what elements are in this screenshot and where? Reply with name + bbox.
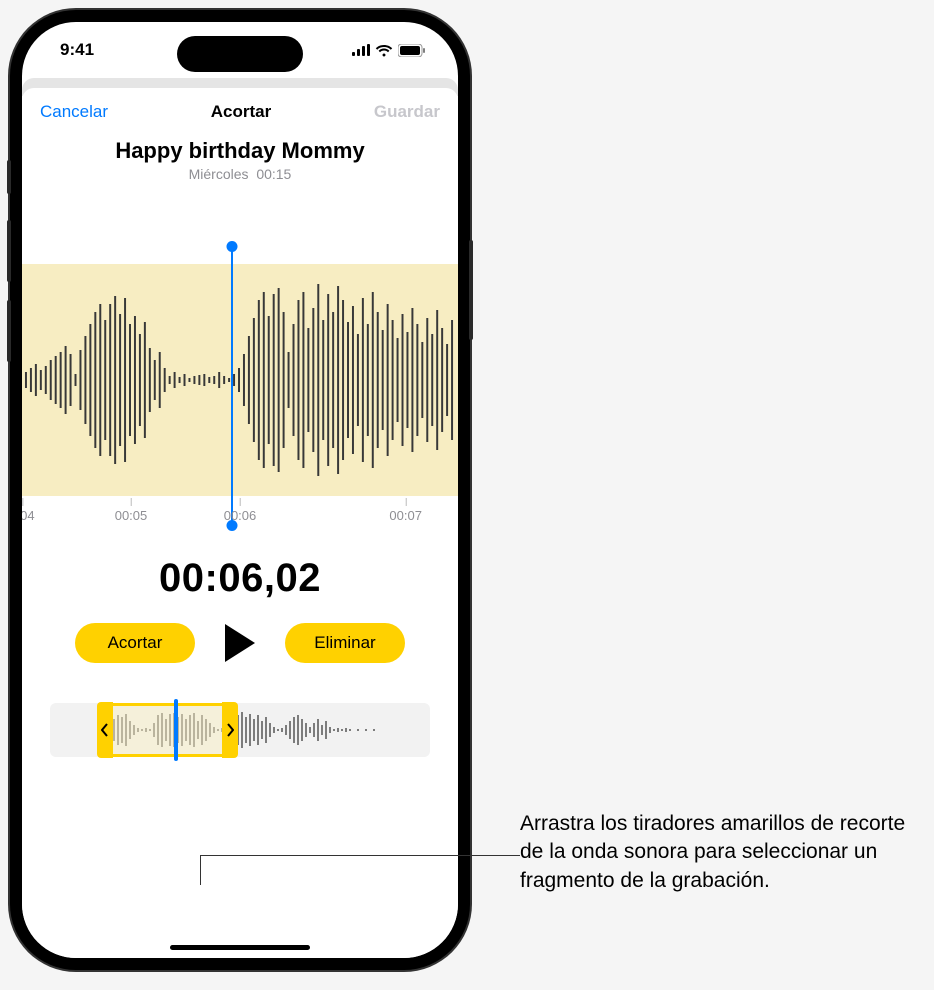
recording-duration: 00:15: [256, 166, 291, 182]
ruler-tick: 00:07: [389, 508, 422, 523]
cancel-button[interactable]: Cancelar: [40, 102, 108, 122]
power-button: [469, 240, 473, 340]
chevron-left-icon: [101, 723, 109, 737]
edit-sheet: Cancelar Acortar Guardar Happy birthday …: [22, 88, 458, 958]
recording-subtitle: Miércoles 00:15: [22, 166, 458, 182]
waveform-graphic: [22, 264, 458, 496]
trim-handle-left[interactable]: [97, 702, 113, 758]
wifi-icon: [375, 44, 393, 57]
iphone-frame: 9:41 Cancelar Acortar Guardar Happy birt…: [10, 10, 470, 970]
nav-bar: Cancelar Acortar Guardar: [22, 88, 458, 136]
cellular-icon: [352, 44, 370, 56]
chevron-right-icon: [226, 723, 234, 737]
delete-button[interactable]: Eliminar: [285, 623, 405, 663]
dynamic-island: [177, 36, 303, 72]
save-button[interactable]: Guardar: [374, 102, 440, 122]
playhead[interactable]: [231, 246, 233, 526]
controls-row: Acortar Eliminar: [22, 623, 458, 663]
time-ruler: 0:04 00:05 00:06 00:07: [22, 508, 458, 532]
play-button[interactable]: [225, 624, 255, 662]
silence-switch: [7, 160, 11, 194]
nav-title: Acortar: [211, 102, 271, 122]
status-right: [352, 44, 426, 57]
volume-down-button: [7, 300, 11, 362]
ruler-tick: 0:04: [22, 508, 35, 523]
recording-title: Happy birthday Mommy: [22, 138, 458, 164]
trim-selection[interactable]: [100, 703, 235, 757]
volume-up-button: [7, 220, 11, 282]
trim-button[interactable]: Acortar: [75, 623, 195, 663]
trim-playhead[interactable]: [174, 699, 178, 761]
waveform-main[interactable]: 0:04 00:05 00:06 00:07: [22, 246, 458, 526]
recording-day: Miércoles: [189, 166, 249, 182]
callout-leader-line: [200, 855, 520, 856]
current-time: 00:06,02: [22, 556, 458, 601]
trim-overview[interactable]: [50, 703, 430, 757]
trim-handle-right[interactable]: [222, 702, 238, 758]
status-time: 9:41: [60, 40, 94, 60]
battery-icon: [398, 44, 426, 57]
callout-text: Arrastra los tiradores amarillos de reco…: [520, 810, 920, 895]
ruler-tick: 00:05: [115, 508, 148, 523]
home-indicator[interactable]: [170, 945, 310, 950]
ruler-tick: 00:06: [224, 508, 257, 523]
screen: 9:41 Cancelar Acortar Guardar Happy birt…: [22, 22, 458, 958]
